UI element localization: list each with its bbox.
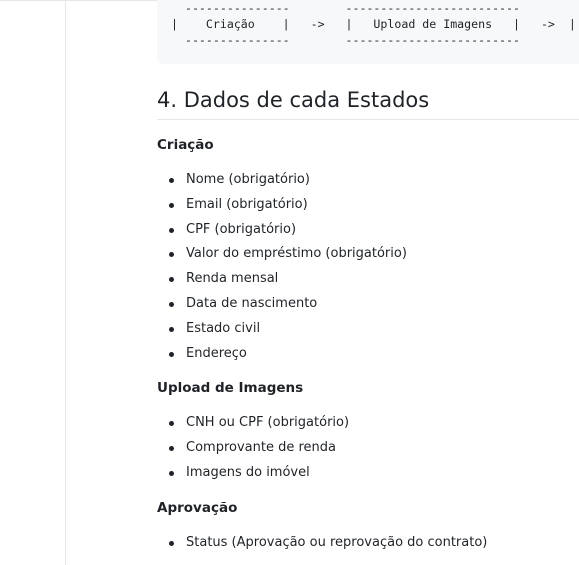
bullet-icon <box>169 202 174 208</box>
list-item-text: Endereço <box>186 345 247 361</box>
left-margin-rule <box>65 0 66 565</box>
bullet-icon <box>169 326 174 332</box>
subsection-title-aprovacao: Aprovação <box>157 500 238 516</box>
bullet-icon <box>169 470 174 476</box>
bullet-icon <box>169 252 174 258</box>
section-heading: 4. Dados de cada Estados <box>157 88 430 112</box>
code-line: --------------- ------------------------… <box>171 33 569 47</box>
bullet-icon <box>169 178 174 183</box>
bullet-icon <box>169 301 174 307</box>
bullet-icon <box>169 541 174 546</box>
code-line: --------------- ------------------------… <box>171 1 569 15</box>
list-item-text: Imagens do imóvel <box>186 464 310 480</box>
code-line: | Criação | -> | Upload de Imagens | -> … <box>171 17 576 31</box>
bullet-icon <box>169 277 174 283</box>
list-item-text: Valor do empréstimo (obrigatório) <box>186 246 407 262</box>
list-item-text: Nome (obrigatório) <box>186 172 310 187</box>
list-item-text: CNH ou CPF (obrigatório) <box>186 415 350 430</box>
bullet-icon <box>169 421 174 426</box>
bullet-icon <box>169 227 174 233</box>
code-text: --------------- ------------------------… <box>171 0 576 48</box>
list-item-text: Comprovante de renda <box>186 439 336 455</box>
bullet-icon <box>169 445 174 451</box>
subsection-title-upload: Upload de Imagens <box>157 380 304 396</box>
heading-divider <box>157 119 579 120</box>
list-item-text: Renda mensal <box>186 271 279 287</box>
subsection-title-criacao: Criação <box>157 137 214 153</box>
list-item-text: Status (Aprovação ou reprovação do contr… <box>186 535 488 550</box>
list-item-text: Estado civil <box>186 320 261 336</box>
bullet-icon <box>169 351 174 357</box>
list-item-text: CPF (obrigatório) <box>186 221 297 237</box>
code-block: --------------- ------------------------… <box>157 0 579 64</box>
list-item-text: Email (obrigatório) <box>186 196 308 212</box>
list-item-text: Data de nascimento <box>186 295 318 311</box>
